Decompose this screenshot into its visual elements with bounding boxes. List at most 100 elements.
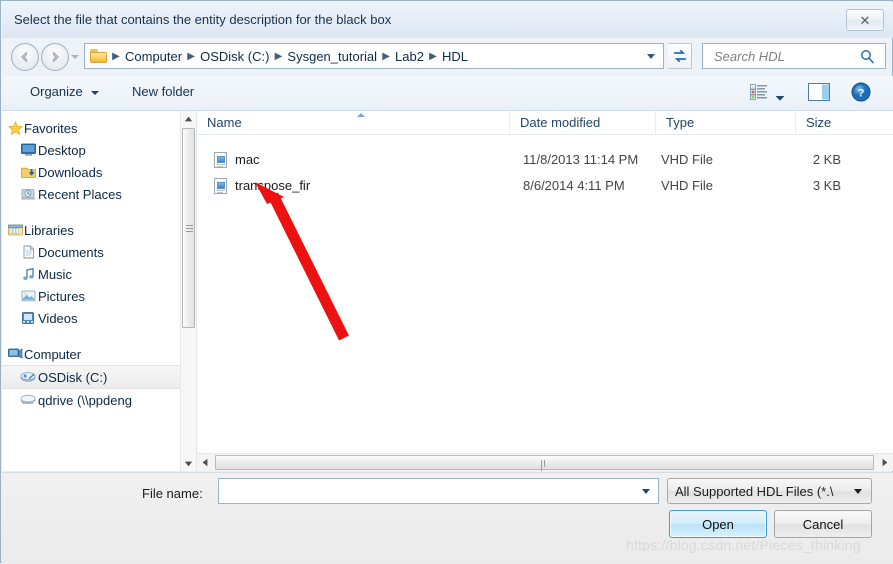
toolbar: Organize New folder ? [2,76,893,111]
star-icon [6,120,24,136]
file-name: mac [235,152,260,167]
downloads-icon [19,164,37,180]
search-icon[interactable] [860,49,875,64]
cancel-button[interactable]: Cancel [774,510,872,538]
column-label: Name [207,115,242,130]
vhd-file-icon [214,152,227,168]
folder-icon [90,49,108,63]
file-list-horizontal-scrollbar[interactable] [197,453,893,471]
horizontal-scroll-thumb[interactable] [215,455,874,471]
file-name-field[interactable] [218,478,659,504]
cancel-label: Cancel [802,516,844,532]
file-list-pane[interactable]: Name Date modified Type Size mac 11/8/20… [197,111,893,471]
sidebar-item-desktop[interactable]: Desktop [2,139,196,161]
refresh-icon [673,49,686,63]
column-header-type[interactable]: Type [655,111,795,134]
breadcrumb-sysgen-tutorial[interactable]: Sysgen_tutorial [284,49,380,64]
back-button[interactable] [11,43,39,71]
close-icon: ✕ [859,12,871,28]
navpane-scrollbar[interactable] [180,111,196,471]
file-name-input[interactable] [219,479,631,503]
breadcrumb-hdl[interactable]: HDL [439,49,471,64]
sidebar-label: OSDisk (C:) [38,369,108,385]
table-row[interactable]: mac 11/8/2013 11:14 PM VHD File 2 KB [197,149,893,171]
title-bar: Select the file that contains the entity… [2,2,893,38]
sidebar-item-favorites[interactable]: Favorites [2,117,196,139]
sidebar-label: Videos [38,310,78,326]
breadcrumb-lab2[interactable]: Lab2 [392,49,427,64]
address-dropdown-icon[interactable] [647,54,655,59]
sidebar-label: Computer [24,346,82,362]
history-dropdown-icon[interactable] [71,55,79,59]
breadcrumb-osdisk[interactable]: OSDisk (C:) [197,49,272,64]
view-mode-dropdown[interactable] [775,89,785,107]
table-row[interactable]: transpose_fir 8/6/2014 4:11 PM VHD File … [197,175,893,197]
sidebar-item-recent-places[interactable]: Recent Places [2,183,196,205]
forward-button[interactable] [41,43,69,71]
column-header-name[interactable]: Name [197,111,509,134]
scroll-grip [540,460,549,471]
file-open-dialog: Select the file that contains the entity… [0,0,893,564]
navpane-scroll-thumb[interactable] [182,128,195,328]
desktop-icon [19,142,37,158]
organize-button[interactable]: Organize [30,84,100,99]
help-icon: ? [851,82,871,102]
sidebar-label: Favorites [24,120,78,136]
refresh-button[interactable] [668,43,692,69]
scroll-right-icon[interactable] [877,454,893,471]
documents-icon [19,244,37,260]
navigation-pane[interactable]: Favorites Desktop Downloads Recent Place… [2,111,197,471]
help-button[interactable]: ? [851,82,871,107]
file-name-label: File name: [142,486,203,501]
sidebar-item-computer[interactable]: Computer [2,343,196,365]
scroll-down-icon[interactable] [181,456,196,471]
breadcrumb-separator[interactable]: ▶ [427,51,439,62]
address-bar-row: ▶ Computer ▶ OSDisk (C:) ▶ Sysgen_tutori… [2,39,893,75]
sidebar-item-osdisk[interactable]: OSDisk (C:) [2,365,196,389]
address-breadcrumb-bar[interactable]: ▶ Computer ▶ OSDisk (C:) ▶ Sysgen_tutori… [84,43,664,69]
scroll-up-icon[interactable] [181,111,196,126]
file-type-filter-dropdown[interactable]: All Supported HDL Files (*.\ [667,478,872,504]
preview-pane-icon [808,83,830,101]
breadcrumb-separator[interactable]: ▶ [185,51,197,62]
file-type: VHD File [661,152,714,167]
sidebar-label: Desktop [38,142,86,158]
network-drive-icon [19,392,37,408]
watermark-text: https://blog.csdn.net/Pieces_thinking [626,537,861,553]
file-name: transpose_fir [235,178,311,193]
search-box[interactable] [702,43,886,69]
breadcrumb-computer[interactable]: Computer [122,49,185,64]
sidebar-item-downloads[interactable]: Downloads [2,161,196,183]
chevron-down-icon [91,90,100,95]
sidebar-item-videos[interactable]: Videos [2,307,196,329]
column-header-date-modified[interactable]: Date modified [509,111,655,134]
sidebar-label: Recent Places [38,186,122,202]
chevron-down-icon[interactable] [642,489,650,494]
forward-arrow-icon [53,51,59,63]
sidebar-item-libraries[interactable]: Libraries [2,219,196,241]
view-mode-button[interactable] [750,84,768,105]
open-label: Open [702,516,734,532]
new-folder-button[interactable]: New folder [132,84,194,99]
preview-pane-button[interactable] [808,83,830,106]
dialog-title: Select the file that contains the entity… [14,12,392,27]
sidebar-label: Documents [38,244,104,260]
file-type: VHD File [661,178,714,193]
sidebar-item-music[interactable]: Music [2,263,196,285]
breadcrumb-separator[interactable]: ▶ [272,51,284,62]
sidebar-item-documents[interactable]: Documents [2,241,196,263]
sort-ascending-icon [357,113,365,117]
sidebar-item-pictures[interactable]: Pictures [2,285,196,307]
search-input[interactable] [712,47,851,65]
open-button[interactable]: Open [669,510,767,538]
column-header-size[interactable]: Size [795,111,893,134]
sidebar-item-qdrive[interactable]: qdrive (\\ppdeng [2,389,196,411]
column-label: Date modified [520,115,601,130]
scroll-left-icon[interactable] [197,454,213,471]
close-button[interactable]: ✕ [846,9,884,31]
view-list-icon [750,84,767,101]
breadcrumb-separator[interactable]: ▶ [380,51,392,62]
breadcrumb-separator[interactable]: ▶ [110,51,122,62]
